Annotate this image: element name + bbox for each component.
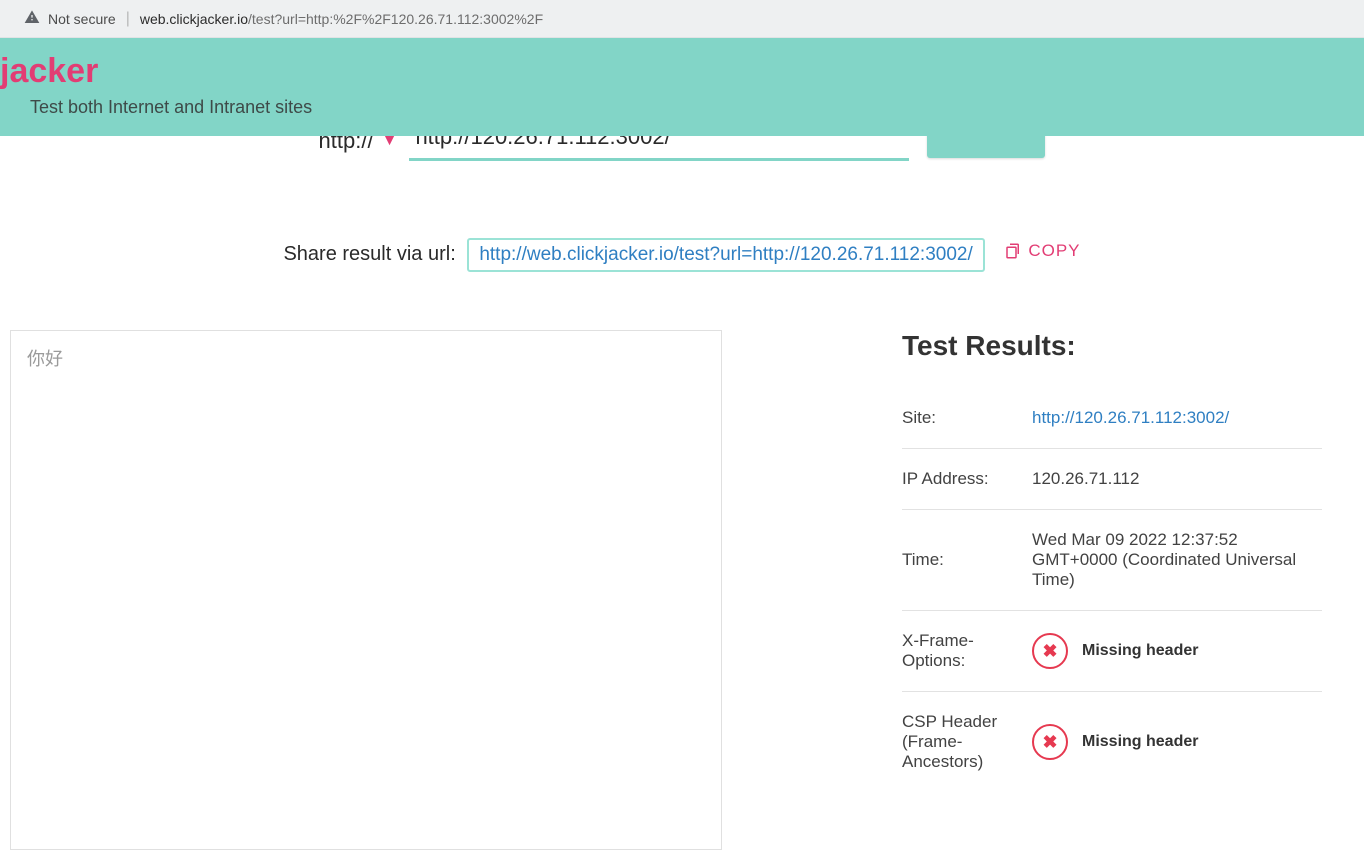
result-site-link[interactable]: http://120.26.71.112:3002/ — [1032, 408, 1322, 428]
result-label: CSP Header (Frame-Ancestors) — [902, 712, 1032, 772]
result-row-csp: CSP Header (Frame-Ancestors) ✖ Missing h… — [902, 692, 1322, 792]
address-separator: | — [126, 10, 130, 28]
result-time-value: Wed Mar 09 2022 12:37:52 GMT+0000 (Coord… — [1032, 530, 1322, 590]
result-xframe-status: Missing header — [1082, 642, 1198, 660]
share-label: Share result via url: — [283, 243, 455, 265]
result-csp-status: Missing header — [1082, 733, 1198, 751]
chevron-down-icon[interactable]: ▼ — [382, 136, 398, 150]
url-path[interactable]: /test?url=http:%2F%2F120.26.71.112:3002%… — [248, 11, 543, 27]
result-label: X-Frame-Options: — [902, 631, 1032, 671]
result-label: Site: — [902, 408, 1032, 428]
brand-title: jacker — [0, 52, 1364, 91]
brand-tagline: Test both Internet and Intranet sites — [30, 97, 1364, 118]
test-button[interactable] — [927, 136, 1045, 158]
copy-button[interactable]: COPY — [1004, 241, 1080, 261]
iframe-preview[interactable]: 你好 — [10, 330, 722, 850]
browser-address-bar: Not secure | web.clickjacker.io/test?url… — [0, 0, 1364, 38]
security-label: Not secure — [48, 11, 116, 27]
result-row-xframe: X-Frame-Options: ✖ Missing header — [902, 611, 1322, 692]
result-ip-value: 120.26.71.112 — [1032, 469, 1322, 489]
search-section: http:// ▼ — [0, 136, 1364, 164]
copy-icon — [1004, 242, 1022, 260]
url-host[interactable]: web.clickjacker.io — [140, 11, 248, 27]
result-label: IP Address: — [902, 469, 1032, 489]
error-icon: ✖ — [1032, 724, 1068, 760]
main-area: 你好 Test Results: Site: http://120.26.71.… — [0, 330, 1364, 850]
target-url-input[interactable] — [409, 136, 909, 161]
result-row-site: Site: http://120.26.71.112:3002/ — [902, 388, 1322, 449]
result-row-ip: IP Address: 120.26.71.112 — [902, 449, 1322, 510]
error-icon: ✖ — [1032, 633, 1068, 669]
results-panel: Test Results: Site: http://120.26.71.112… — [902, 330, 1322, 850]
share-url-box[interactable]: http://web.clickjacker.io/test?url=http:… — [467, 238, 984, 272]
results-title: Test Results: — [902, 330, 1322, 362]
copy-label: COPY — [1028, 241, 1080, 261]
site-header: jacker Test both Internet and Intranet s… — [0, 38, 1364, 136]
iframe-content: 你好 — [27, 349, 63, 369]
result-row-time: Time: Wed Mar 09 2022 12:37:52 GMT+0000 … — [902, 510, 1322, 611]
share-section: Share result via url: http://web.clickja… — [0, 238, 1364, 272]
not-secure-icon — [24, 9, 40, 28]
protocol-label[interactable]: http:// — [319, 136, 374, 154]
result-label: Time: — [902, 550, 1032, 570]
